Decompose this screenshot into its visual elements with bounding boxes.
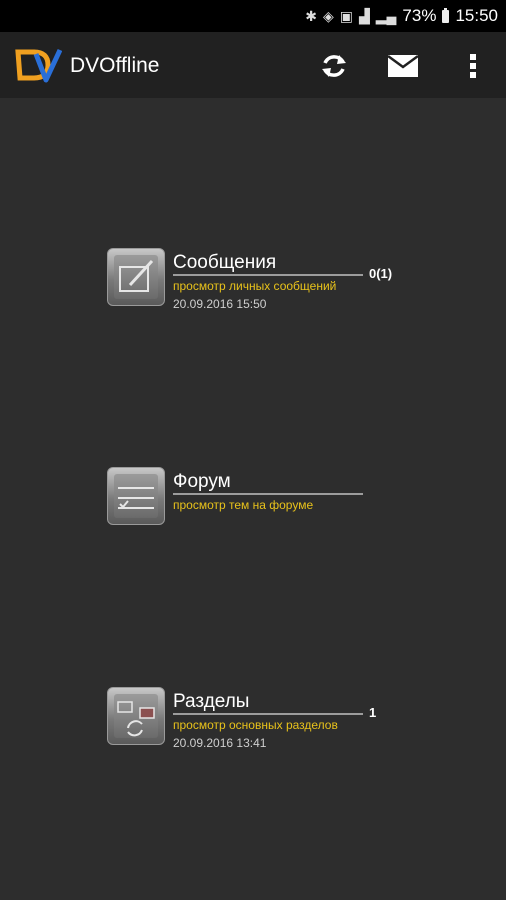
- menu-item-forum[interactable]: Форум просмотр тем на форуме: [107, 467, 407, 529]
- forum-title: Форум: [173, 471, 231, 492]
- bluetooth-icon: ✱: [305, 7, 317, 24]
- messages-title: Сообщения: [173, 252, 277, 273]
- forum-icon: [107, 467, 165, 525]
- menu-item-messages[interactable]: Сообщения просмотр личных сообщений 20.0…: [107, 248, 407, 311]
- forum-subtitle: просмотр тем на форуме: [173, 498, 314, 512]
- sim-icon: ▣: [339, 7, 353, 24]
- sections-divider: [173, 713, 363, 715]
- battery-percent: 73%: [402, 6, 437, 25]
- sections-title: Разделы: [173, 691, 250, 712]
- wifi-icon: ◈: [322, 7, 334, 24]
- messages-count: 0(1): [369, 266, 393, 281]
- sections-date: 20.09.2016 13:41: [173, 736, 267, 750]
- app-logo-icon: [14, 46, 63, 84]
- messages-divider: [173, 274, 363, 276]
- mail-icon: [387, 54, 419, 77]
- refresh-button[interactable]: [316, 48, 352, 84]
- battery-icon: [442, 7, 450, 23]
- clock: 15:50: [455, 6, 498, 25]
- sections-icon: [107, 687, 165, 745]
- sections-subtitle: просмотр основных разделов: [173, 718, 338, 732]
- more-vert-icon: [470, 54, 476, 78]
- messages-subtitle: просмотр личных сообщений: [173, 279, 337, 293]
- sections-count: 1: [369, 705, 377, 720]
- app-bar: DVOffline: [0, 32, 506, 98]
- refresh-icon: [322, 55, 346, 77]
- status-bar: ✱ ◈ ▣ ▟ ▂▄ 73% 15:50: [0, 0, 506, 32]
- signal-icon: ▟: [358, 7, 370, 24]
- mail-button[interactable]: [385, 48, 421, 84]
- menu-item-sections[interactable]: Разделы просмотр основных разделов 20.09…: [107, 687, 407, 750]
- more-options-button[interactable]: [455, 48, 491, 84]
- messages-icon: [107, 248, 165, 306]
- messages-date: 20.09.2016 15:50: [173, 297, 267, 311]
- app-title: DVOffline: [70, 54, 160, 77]
- signal-bars-icon: ▂▄: [375, 7, 397, 24]
- forum-divider: [173, 493, 363, 495]
